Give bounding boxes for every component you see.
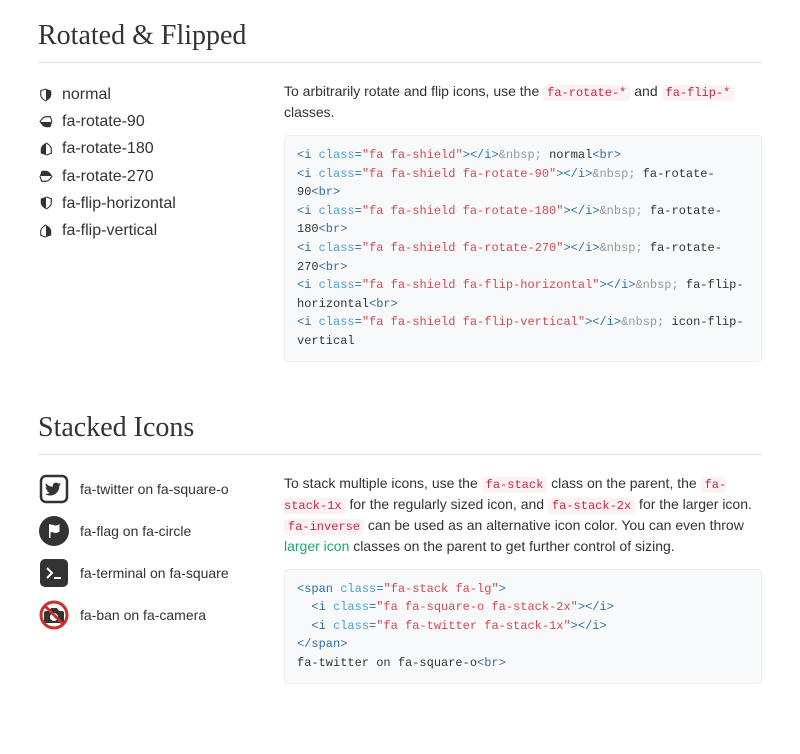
shield-icon — [38, 141, 54, 157]
rotate-intro: To arbitrarily rotate and flip icons, us… — [284, 81, 762, 123]
list-item-label: fa-flip-horizontal — [62, 190, 176, 217]
rotate-example-list: normal fa-rotate-90 fa-rotate-180 fa-rot… — [38, 81, 284, 244]
stacked-example-list: fa-twitter on fa-square-o fa-flag on fa-… — [38, 473, 284, 631]
list-item: fa-rotate-180 — [38, 135, 284, 162]
list-item-label: fa-flip-vertical — [62, 217, 157, 244]
list-item-label: normal — [62, 81, 111, 108]
section-stacked-icons: Stacked Icons fa-twitter on fa-square-o … — [38, 412, 762, 684]
list-item-label: fa-flag on fa-circle — [80, 523, 191, 539]
list-item-label: fa-rotate-90 — [62, 108, 145, 135]
shield-icon — [38, 114, 54, 130]
text: for the regularly sized icon, and — [346, 496, 548, 512]
text: and — [630, 83, 661, 99]
text: class on the parent, the — [547, 475, 700, 491]
terminal-on-square-icon — [38, 557, 70, 589]
text: for the larger icon. — [635, 496, 752, 512]
list-item: fa-terminal on fa-square — [38, 557, 284, 589]
list-item-label: fa-terminal on fa-square — [80, 565, 229, 581]
list-item: normal — [38, 81, 284, 108]
code-inline: fa-inverse — [284, 519, 364, 535]
text: can be used as an alternative icon color… — [364, 517, 744, 533]
code-inline: fa-flip-* — [662, 85, 735, 101]
code-block-stacked: <span class="fa-stack fa-lg"> <i class="… — [284, 569, 762, 684]
list-item: fa-ban on fa-camera — [38, 599, 284, 631]
code-inline: fa-rotate-* — [543, 85, 630, 101]
heading-stacked: Stacked Icons — [38, 412, 762, 455]
shield-icon — [38, 168, 54, 184]
list-item-label: fa-rotate-270 — [62, 163, 154, 190]
heading-rotated: Rotated & Flipped — [38, 20, 762, 63]
ban-on-camera-icon — [38, 599, 70, 631]
list-item-label: fa-twitter on fa-square-o — [80, 481, 229, 497]
section-rotated-flipped: Rotated & Flipped normal fa-rotate-90 fa… — [38, 20, 762, 362]
list-item-label: fa-rotate-180 — [62, 135, 154, 162]
code-block-rotate: <i class="fa fa-shield"></i>&nbsp; norma… — [284, 135, 762, 362]
flag-on-circle-icon — [38, 515, 70, 547]
list-item: fa-flip-vertical — [38, 217, 284, 244]
shield-icon — [38, 223, 54, 239]
twitter-on-square-icon — [38, 473, 70, 505]
larger-icon-link[interactable]: larger icon — [284, 538, 349, 554]
code-inline: fa-stack — [482, 477, 548, 493]
list-item: fa-rotate-270 — [38, 163, 284, 190]
text: To arbitrarily rotate and flip icons, us… — [284, 83, 543, 99]
list-item: fa-flip-horizontal — [38, 190, 284, 217]
text: classes on the parent to get further con… — [349, 538, 674, 554]
shield-icon — [38, 195, 54, 211]
stacked-intro: To stack multiple icons, use the fa-stac… — [284, 473, 762, 557]
list-item: fa-rotate-90 — [38, 108, 284, 135]
list-item-label: fa-ban on fa-camera — [80, 607, 206, 623]
code-inline: fa-stack-2x — [548, 498, 635, 514]
list-item: fa-twitter on fa-square-o — [38, 473, 284, 505]
text: To stack multiple icons, use the — [284, 475, 482, 491]
text: classes. — [284, 104, 335, 120]
list-item: fa-flag on fa-circle — [38, 515, 284, 547]
shield-icon — [38, 87, 54, 103]
